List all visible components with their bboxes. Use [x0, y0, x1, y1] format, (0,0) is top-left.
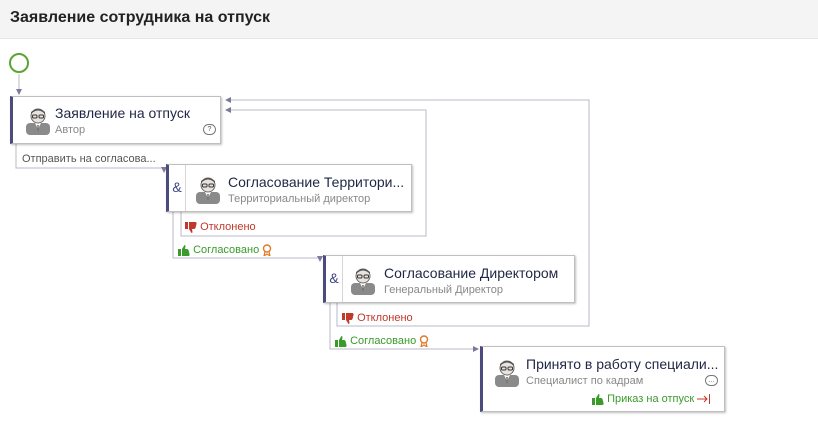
thumbs-down-icon [342, 312, 354, 324]
workflow-node-territorial-approval[interactable]: & Согласование Территори... Территориаль… [166, 164, 412, 212]
edge-label-text: Приказ на отпуск [607, 393, 695, 405]
page-header: Заявление сотрудника на отпуск [0, 0, 818, 39]
award-icon [263, 244, 272, 257]
node-subtitle: Территориальный директор [228, 193, 371, 205]
comment-icon[interactable]: … [705, 375, 718, 386]
workflow-node-director-approval[interactable]: & Согласование Директором Генеральный Ди… [323, 255, 575, 303]
page-title: Заявление сотрудника на отпуск [10, 9, 271, 26]
node-subtitle: Генеральный Директор [384, 284, 504, 296]
workflow-node-hr-specialist[interactable]: Принято в работу специали... Специалист … [480, 346, 725, 412]
edge-label-send[interactable]: Отправить на согласова... [22, 153, 156, 165]
edge-label-order[interactable]: Приказ на отпуск [592, 393, 711, 405]
thumbs-up-icon [335, 335, 347, 347]
node-title: Согласование Территори... [228, 174, 405, 190]
edge-label-text: Согласовано [193, 244, 260, 256]
thumbs-up-icon [178, 244, 190, 256]
edge-label-approved-1[interactable]: Согласовано [178, 244, 272, 257]
exit-arrow-icon [697, 394, 711, 405]
edge-label-text: Согласовано [350, 335, 417, 347]
node-title: Принято в работу специали... [526, 356, 719, 372]
parallel-gateway-symbol: & [172, 179, 182, 195]
node-subtitle: Специалист по кадрам [526, 375, 644, 387]
edge-label-rejected-1[interactable]: Отклонено [185, 221, 256, 233]
workflow-node-application[interactable]: Заявление на отпуск Автор ? [10, 96, 221, 144]
comment-icon[interactable]: ? [203, 124, 216, 135]
node-title: Согласование Директором [384, 265, 559, 281]
edge-label-approved-2[interactable]: Согласовано [335, 335, 429, 348]
edge-label-text: Отклонено [200, 221, 256, 233]
node-title: Заявление на отпуск [55, 105, 190, 121]
edge-label-text: Отклонено [357, 312, 413, 324]
user-avatar-icon [26, 108, 50, 135]
user-avatar-icon [196, 177, 220, 204]
node-divider [342, 256, 343, 302]
thumbs-up-icon [592, 393, 604, 405]
edge-label-rejected-2[interactable]: Отклонено [342, 312, 413, 324]
parallel-gateway-symbol: & [329, 270, 339, 286]
user-avatar-icon [351, 268, 375, 295]
start-event[interactable] [9, 53, 29, 73]
user-avatar-icon [495, 360, 519, 387]
node-divider [185, 165, 186, 211]
node-subtitle: Автор [55, 124, 86, 136]
award-icon [420, 335, 429, 348]
thumbs-down-icon [185, 221, 197, 233]
